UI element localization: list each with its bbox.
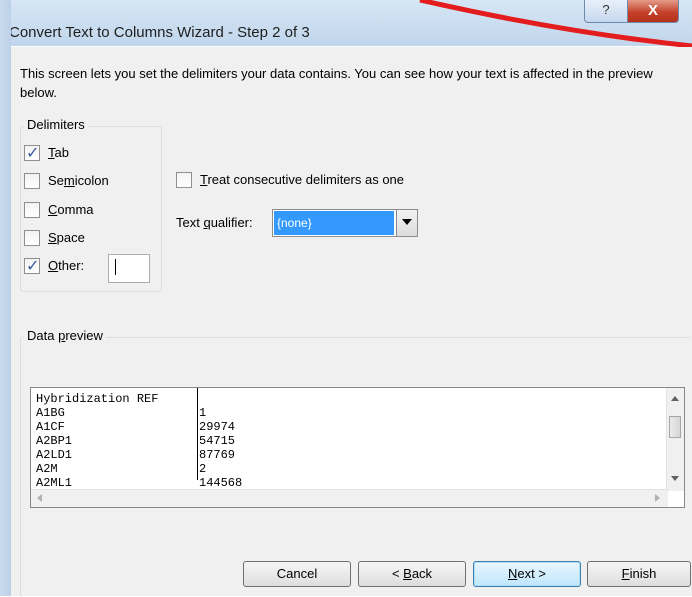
data-preview-legend: Data preview bbox=[24, 328, 106, 343]
delimiters-legend: Delimiters bbox=[24, 117, 88, 132]
back-button[interactable]: < Back bbox=[358, 561, 466, 587]
preview-cell: 29974 bbox=[199, 420, 236, 434]
window-left-frame bbox=[0, 0, 11, 596]
other-checkbox[interactable]: ✓ bbox=[24, 258, 40, 275]
scroll-right-icon[interactable] bbox=[655, 494, 660, 502]
space-label[interactable]: Space bbox=[48, 230, 85, 245]
checkmark-icon: ✓ bbox=[26, 258, 40, 275]
semicolon-label[interactable]: Semicolon bbox=[48, 173, 109, 188]
comma-checkbox[interactable] bbox=[24, 202, 40, 218]
scroll-up-icon[interactable] bbox=[671, 396, 679, 401]
chevron-down-icon[interactable] bbox=[396, 210, 417, 236]
preview-cell: A2ML1 bbox=[36, 476, 73, 490]
preview-cell: 87769 bbox=[199, 448, 236, 462]
preview-cell: A1CF bbox=[36, 420, 65, 434]
vertical-scroll-thumb[interactable] bbox=[669, 416, 681, 438]
column-break-line[interactable] bbox=[197, 388, 198, 480]
horizontal-scrollbar[interactable] bbox=[31, 489, 668, 507]
consecutive-delimiters-checkbox[interactable] bbox=[176, 172, 192, 188]
finish-button[interactable]: Finish bbox=[587, 561, 691, 587]
preview-cell: Hybridization REF bbox=[36, 392, 159, 406]
preview-cell: A2LD1 bbox=[36, 448, 73, 462]
scroll-down-icon[interactable] bbox=[671, 476, 679, 481]
text-qualifier-label: Text qualifier: bbox=[176, 215, 253, 230]
data-preview-area[interactable]: Hybridization REF A1BG 1 A1CF 29974 A2BP1 5471… bbox=[30, 387, 685, 508]
comma-label[interactable]: Comma bbox=[48, 202, 94, 217]
text-caret bbox=[115, 259, 116, 275]
preview-cell: A2BP1 bbox=[36, 434, 73, 448]
preview-cell: A1BG bbox=[36, 406, 65, 420]
preview-cell: 1 bbox=[199, 406, 207, 420]
other-label[interactable]: Other: bbox=[48, 258, 84, 273]
text-qualifier-dropdown[interactable]: {none} bbox=[272, 209, 418, 237]
preview-cell: 144568 bbox=[199, 476, 243, 490]
preview-cell: 54715 bbox=[199, 434, 236, 448]
text-qualifier-value: {none} bbox=[274, 211, 394, 235]
preview-cell: 2 bbox=[199, 462, 207, 476]
semicolon-checkbox[interactable] bbox=[24, 173, 40, 189]
dialog-body: This screen lets you set the delimiters … bbox=[11, 47, 692, 597]
tab-label[interactable]: Tab bbox=[48, 145, 69, 160]
next-button[interactable]: Next > bbox=[473, 561, 581, 587]
space-checkbox[interactable] bbox=[24, 230, 40, 246]
cancel-button[interactable]: Cancel bbox=[243, 561, 351, 587]
preview-cell: A2M bbox=[36, 462, 58, 476]
checkmark-icon: ✓ bbox=[26, 145, 40, 162]
consecutive-delimiters-label[interactable]: Treat consecutive delimiters as one bbox=[200, 172, 404, 187]
instructions-text: This screen lets you set the delimiters … bbox=[20, 66, 653, 100]
scroll-left-icon[interactable] bbox=[37, 494, 42, 502]
tab-checkbox[interactable]: ✓ bbox=[24, 145, 40, 162]
other-delimiter-input[interactable] bbox=[108, 254, 150, 283]
vertical-scrollbar[interactable] bbox=[666, 388, 684, 491]
